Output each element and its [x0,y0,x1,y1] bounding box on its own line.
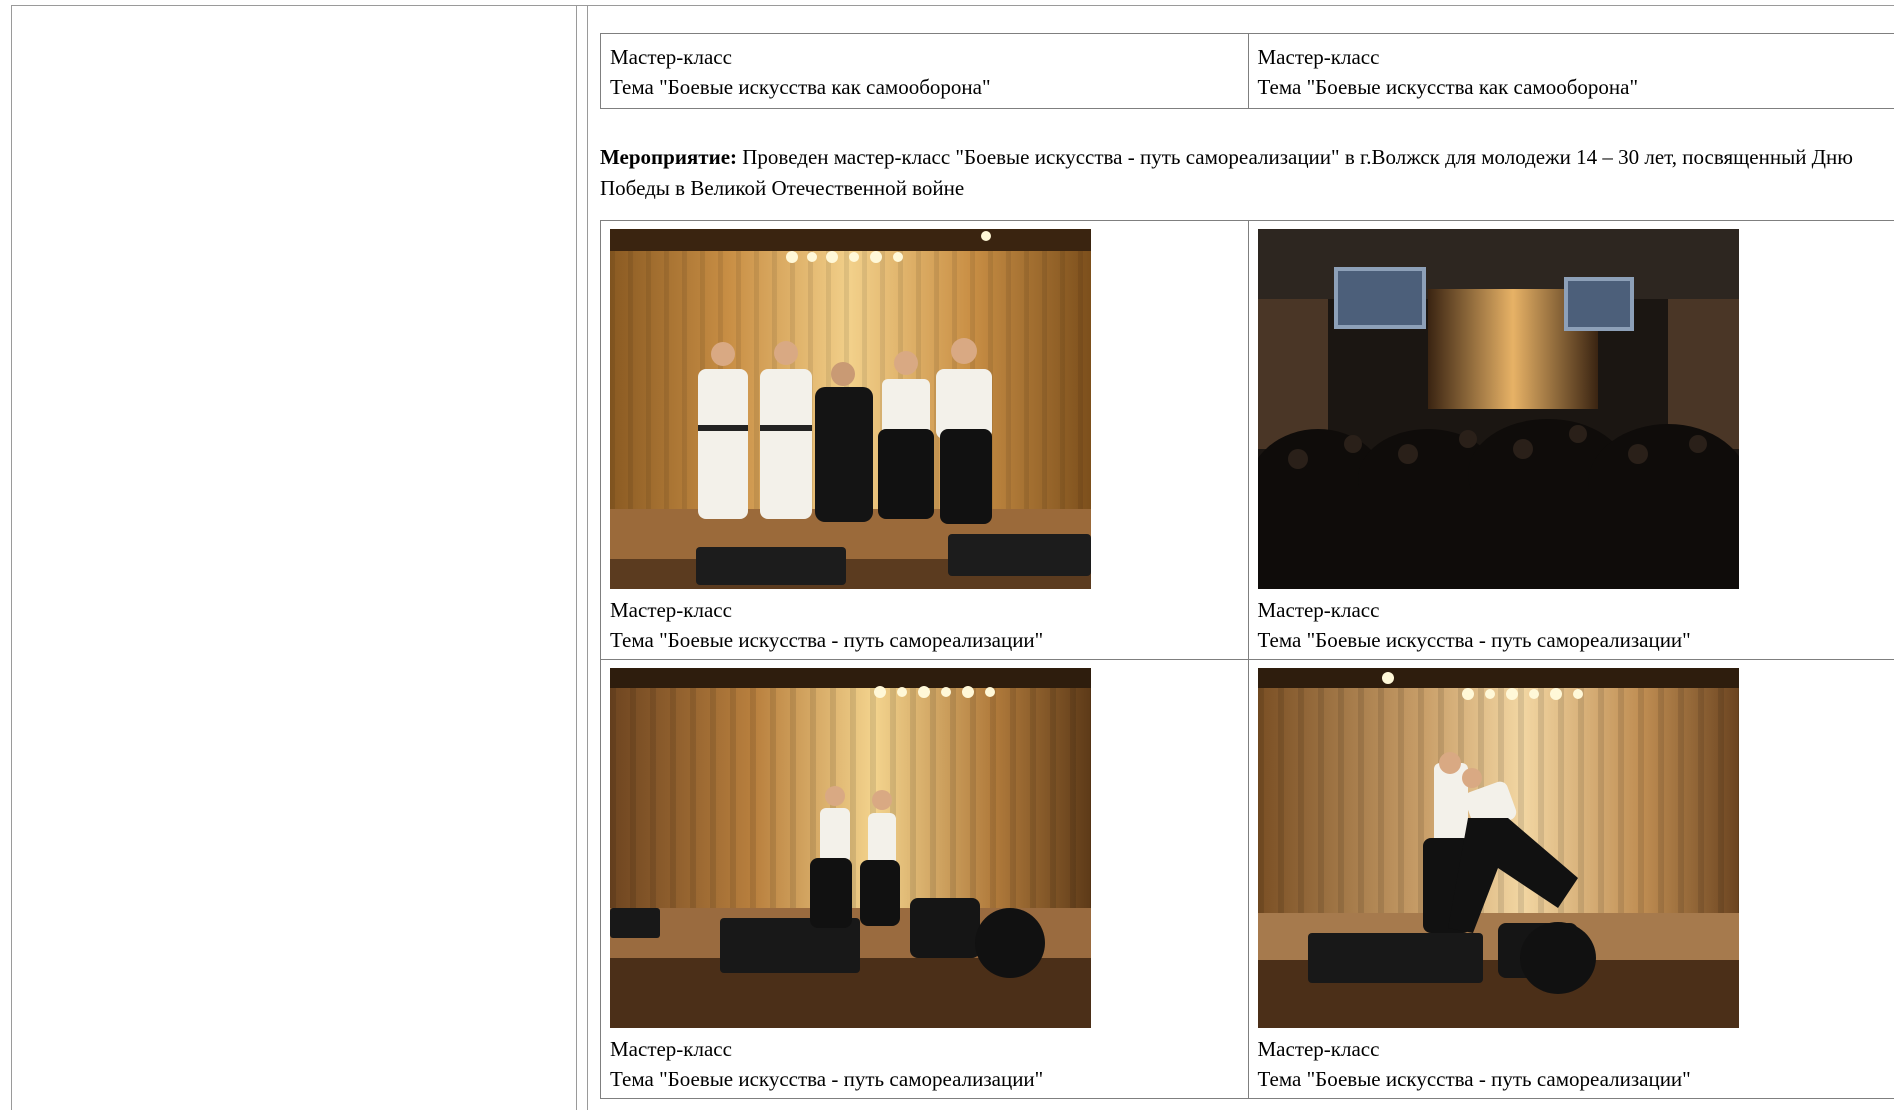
caption-topic: Тема "Боевые искусства как самооборона" [1257,75,1639,99]
photo-caption-title: Мастер-класс [610,1037,732,1061]
photo-gallery-table: Мастер-класс Тема "Боевые искусства - пу… [600,220,1894,1099]
left-column [12,6,577,1110]
photo-caption-topic: Тема "Боевые искусства - путь самореализ… [610,1067,1044,1091]
photo-cell: Мастер-класс Тема "Боевые искусства - пу… [1247,220,1894,660]
photo-caption-topic: Тема "Боевые искусства - путь самореализ… [1257,1067,1691,1091]
photo-cell: Мастер-класс Тема "Боевые искусства - пу… [600,659,1249,1099]
caption-cell: Мастер-класс Тема "Боевые искусства как … [600,33,1249,109]
photo-image [610,668,1091,1028]
photo-group-on-stage[interactable] [610,229,1091,589]
caption-cell: Мастер-класс Тема "Боевые искусства как … [1247,33,1894,109]
page-layout: Мастер-класс Тема "Боевые искусства как … [11,5,1894,1110]
caption-title: Мастер-класс [610,45,732,69]
event-label: Мероприятие: [600,145,738,169]
photo-caption-title: Мастер-класс [610,598,732,622]
photo-cell: Мастер-класс Тема "Боевые искусства - пу… [600,220,1249,660]
photo-image [1257,668,1739,1028]
photo-caption-topic: Тема "Боевые искусства - путь самореализ… [1257,628,1691,652]
event-text: Проведен мастер-класс "Боевые искусства … [600,145,1853,200]
photo-demonstration-throw[interactable] [1257,668,1739,1028]
caption-title: Мастер-класс [1257,45,1380,69]
caption-table: Мастер-класс Тема "Боевые искусства как … [600,33,1894,109]
photo-caption-title: Мастер-класс [1257,1037,1380,1061]
photo-caption-topic: Тема "Боевые искусства - путь самореализ… [610,628,1044,652]
photo-demonstration-pair[interactable] [610,668,1091,1028]
photo-audience-hall[interactable] [1257,229,1739,589]
photo-cell: Мастер-класс Тема "Боевые искусства - пу… [1247,659,1894,1099]
photo-image [1257,229,1739,589]
event-description: Мероприятие: Проведен мастер-класс "Боев… [600,142,1890,204]
main-content: Мастер-класс Тема "Боевые искусства как … [587,6,1894,1110]
caption-topic: Тема "Боевые искусства как самооборона" [610,75,991,99]
photo-image [610,229,1091,589]
photo-caption-title: Мастер-класс [1257,598,1380,622]
